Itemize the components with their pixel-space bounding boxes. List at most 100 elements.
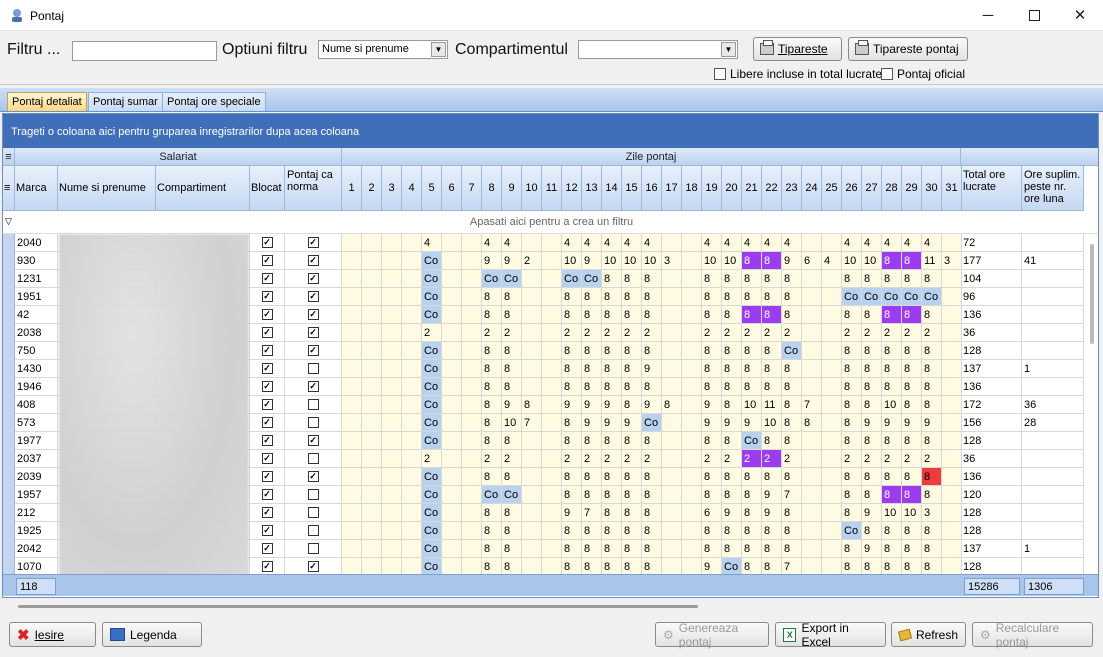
cell-day[interactable] [442, 306, 462, 324]
cell-day[interactable]: 8 [762, 252, 782, 270]
cell-day[interactable] [942, 306, 962, 324]
column-header-day[interactable]: 17 [662, 166, 682, 211]
cell-overtime[interactable] [1022, 522, 1084, 540]
cell-day[interactable]: 10 [642, 252, 662, 270]
cell-day[interactable]: 2 [742, 324, 762, 342]
cell-day[interactable]: 8 [562, 468, 582, 486]
cell-marca[interactable]: 1957 [15, 486, 58, 504]
cell-marca[interactable]: 750 [15, 342, 58, 360]
cell-day[interactable]: 7 [582, 504, 602, 522]
cell-day[interactable]: Co [582, 270, 602, 288]
cell-day[interactable]: 8 [602, 342, 622, 360]
column-header-overtime[interactable]: Ore suplim. peste nr. ore luna [1022, 166, 1084, 211]
cell-day[interactable]: 8 [482, 306, 502, 324]
column-header-day[interactable]: 4 [402, 166, 422, 211]
cell-day[interactable] [382, 306, 402, 324]
cell-marca[interactable]: 1231 [15, 270, 58, 288]
cell-day[interactable]: 8 [702, 270, 722, 288]
cell-day[interactable] [462, 540, 482, 558]
cell-day[interactable]: 4 [862, 234, 882, 252]
cell-day[interactable] [342, 522, 362, 540]
cell-day[interactable] [802, 288, 822, 306]
cell-day[interactable]: 9 [562, 504, 582, 522]
cell-day[interactable] [462, 450, 482, 468]
column-header-day[interactable]: 19 [702, 166, 722, 211]
cell-day[interactable]: 8 [722, 288, 742, 306]
cell-day[interactable]: 8 [602, 306, 622, 324]
cell-day[interactable] [822, 396, 842, 414]
cell-day[interactable]: 4 [902, 234, 922, 252]
cell-day[interactable]: 4 [702, 234, 722, 252]
cell-day[interactable]: 7 [802, 396, 822, 414]
cell-day[interactable] [662, 270, 682, 288]
cell-day[interactable]: 8 [642, 288, 662, 306]
cell-day[interactable]: Co [422, 522, 442, 540]
cell-total[interactable]: 137 [961, 360, 1022, 378]
column-header-day[interactable]: 28 [882, 166, 902, 211]
column-header-day[interactable]: 11 [542, 166, 562, 211]
cell-day[interactable]: 2 [762, 324, 782, 342]
cell-day[interactable]: 8 [722, 270, 742, 288]
column-header-day[interactable]: 1 [342, 166, 362, 211]
cell-day[interactable]: 8 [642, 432, 662, 450]
cell-day[interactable]: 8 [702, 432, 722, 450]
cell-day[interactable]: 8 [882, 306, 902, 324]
cell-day[interactable]: 8 [722, 378, 742, 396]
cell-day[interactable] [442, 252, 462, 270]
cell-day[interactable] [682, 450, 702, 468]
cell-day[interactable]: 9 [862, 540, 882, 558]
row-indicator[interactable] [3, 504, 15, 522]
cell-marca[interactable]: 1925 [15, 522, 58, 540]
cell-day[interactable] [442, 504, 462, 522]
column-header-day[interactable]: 21 [742, 166, 762, 211]
column-header-day[interactable]: 8 [482, 166, 502, 211]
cell-day[interactable]: 2 [862, 324, 882, 342]
cell-overtime[interactable]: 36 [1022, 396, 1084, 414]
cell-day[interactable]: Co [422, 396, 442, 414]
cell-day[interactable] [362, 468, 382, 486]
cell-day[interactable] [522, 504, 542, 522]
cell-day[interactable]: 9 [642, 360, 662, 378]
cell-day[interactable]: 8 [582, 378, 602, 396]
column-header-norm[interactable]: Pontaj ca norma [285, 166, 342, 211]
cell-day[interactable]: 4 [562, 234, 582, 252]
cell-day[interactable] [822, 450, 842, 468]
cell-day[interactable] [942, 432, 962, 450]
cell-day[interactable] [942, 540, 962, 558]
cell-day[interactable]: 8 [622, 432, 642, 450]
cell-day[interactable] [522, 522, 542, 540]
cell-day[interactable] [342, 486, 362, 504]
cell-day[interactable]: Co [642, 414, 662, 432]
cell-norm[interactable]: ✓ [285, 324, 342, 342]
cell-day[interactable]: 8 [922, 306, 942, 324]
cell-total[interactable]: 156 [961, 414, 1022, 432]
cell-day[interactable] [662, 468, 682, 486]
cell-day[interactable] [362, 540, 382, 558]
cell-day[interactable] [542, 504, 562, 522]
cell-day[interactable]: 8 [562, 522, 582, 540]
cell-blocked[interactable]: ✓ [250, 540, 285, 558]
cell-day[interactable]: 9 [762, 504, 782, 522]
cell-day[interactable]: 6 [802, 252, 822, 270]
cell-day[interactable]: 8 [622, 468, 642, 486]
cell-overtime[interactable] [1022, 324, 1084, 342]
cell-day[interactable]: 8 [782, 504, 802, 522]
cell-day[interactable]: 8 [722, 306, 742, 324]
cell-day[interactable]: 2 [762, 450, 782, 468]
cell-day[interactable]: 8 [782, 540, 802, 558]
cell-marca[interactable]: 212 [15, 504, 58, 522]
cell-day[interactable] [542, 522, 562, 540]
cell-day[interactable] [682, 342, 702, 360]
cell-overtime[interactable]: 1 [1022, 540, 1084, 558]
cell-day[interactable] [362, 414, 382, 432]
cell-day[interactable]: 8 [742, 522, 762, 540]
column-header-day[interactable]: 18 [682, 166, 702, 211]
cell-day[interactable]: 8 [902, 270, 922, 288]
cell-day[interactable]: 8 [882, 252, 902, 270]
cell-day[interactable]: 8 [742, 504, 762, 522]
cell-day[interactable] [382, 324, 402, 342]
cell-day[interactable] [662, 306, 682, 324]
cell-day[interactable] [942, 504, 962, 522]
cell-day[interactable]: 8 [882, 378, 902, 396]
cell-day[interactable]: 8 [702, 522, 722, 540]
